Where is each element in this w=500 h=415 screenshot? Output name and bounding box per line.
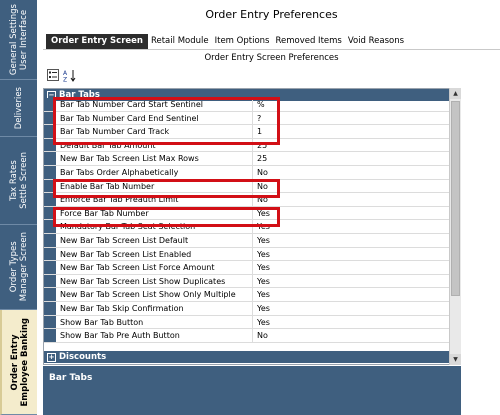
highlight-box-force-number [53,207,280,227]
row-gutter [44,233,56,247]
left-tab-label: Order Types Manager Screen [8,232,29,302]
property-value[interactable]: Yes [254,316,444,329]
tab-bar: Order Entry Screen Retail Module Item Op… [43,34,500,50]
scroll-up-icon[interactable]: ▲ [450,88,461,99]
row-gutter [44,152,56,165]
property-row[interactable]: New Bar Tab Screen List Max Rows 25 [44,152,460,166]
property-value[interactable]: Yes [254,275,444,288]
grid-scrollbar[interactable]: ▲ ▼ [449,88,461,365]
row-gutter [44,165,56,179]
left-tab-tax-rates[interactable]: Tax Rates Settle Screen [0,137,37,225]
left-tab-deliveries[interactable]: Deliveries [0,80,37,137]
row-gutter [44,274,56,288]
property-value[interactable]: Yes [254,248,444,261]
property-name: New Bar Tab Screen List Force Amount [56,261,253,274]
property-value[interactable]: Yes [254,220,444,233]
property-value[interactable]: ? [254,112,444,125]
az-sort-icon[interactable]: A Z [63,68,77,82]
property-row[interactable]: New Bar Tab Screen List Default Yes [44,233,460,248]
left-tab-label: Order Entry Employee Banking [9,317,30,407]
right-gap [461,88,500,415]
scroll-thumb[interactable] [451,101,460,296]
left-tab-order-types[interactable]: Order Types Manager Screen [0,225,37,310]
property-name: Show Bar Tab Pre Auth Button [56,329,253,342]
row-gutter [44,329,56,342]
svg-text:Z: Z [63,76,67,82]
highlight-box-enable-number [53,179,280,198]
property-row[interactable]: New Bar Tab Screen List Show Duplicates Y… [44,274,460,289]
property-row[interactable]: Show Bar Tab Pre Auth Button No [44,329,460,343]
tab-item-options[interactable]: Item Options [211,34,273,49]
property-value[interactable]: 1 [254,125,444,138]
window-title: Order Entry Preferences [205,7,338,21]
property-value[interactable]: 25 [254,152,444,165]
left-tab-general-settings[interactable]: General Settings User Interface [0,0,37,80]
property-row[interactable]: New Bar Tab Skip Confirmation Yes [44,301,460,316]
highlight-box-card-settings [53,97,280,145]
row-gutter [44,288,56,301]
categorized-icon[interactable] [46,68,60,82]
property-value[interactable]: No [254,329,444,342]
property-value[interactable]: Yes [254,288,444,301]
tab-order-entry-screen[interactable]: Order Entry Screen [46,34,148,49]
property-value[interactable]: Yes [254,302,444,315]
left-tab-strip: General Settings User Interface Deliveri… [0,0,37,415]
property-name: New Bar Tab Screen List Default [56,233,253,247]
property-value[interactable]: No [254,180,444,193]
left-tab-label: Deliveries [13,86,24,130]
property-value[interactable]: No [254,166,444,179]
property-name: New Bar Tab Skip Confirmation [56,301,253,315]
property-name: New Bar Tab Screen List Show Only Multip… [56,288,253,301]
description-panel: Bar Tabs [43,366,461,415]
category-discounts[interactable]: + Discounts [44,351,460,363]
left-tab-order-entry[interactable]: Order Entry Employee Banking [0,310,37,415]
property-value[interactable]: Yes [254,261,444,274]
property-row[interactable]: New Bar Tab Screen List Enabled Yes [44,247,460,262]
property-name: New Bar Tab Screen List Show Duplicates [56,274,253,288]
property-name: New Bar Tab Screen List Enabled [56,247,253,261]
scroll-down-icon[interactable]: ▼ [450,354,461,365]
property-value[interactable]: % [254,98,444,111]
row-gutter [44,261,56,274]
property-value[interactable]: 25 [254,139,444,152]
property-name: Bar Tabs Order Alphabetically [56,165,253,179]
row-gutter [44,301,56,315]
section-title: Order Entry Screen Preferences [204,53,339,63]
property-row[interactable]: Bar Tabs Order Alphabetically No [44,165,460,180]
category-label: Discounts [59,352,107,362]
property-value[interactable]: Yes [254,234,444,247]
property-row[interactable]: New Bar Tab Screen List Force Amount Yes [44,261,460,275]
expand-icon[interactable]: + [47,353,56,362]
description-title: Bar Tabs [49,373,93,383]
property-value[interactable]: Yes [254,207,444,220]
tab-void-reasons[interactable]: Void Reasons [344,34,408,49]
tab-removed-items[interactable]: Removed Items [272,34,345,49]
property-row[interactable]: Show Bar Tab Button Yes [44,315,460,330]
tab-retail-module[interactable]: Retail Module [147,34,212,49]
property-name: Show Bar Tab Button [56,315,253,329]
row-gutter [44,247,56,261]
property-row[interactable]: New Bar Tab Screen List Show Only Multip… [44,288,460,302]
property-value[interactable]: No [254,193,444,206]
property-name: New Bar Tab Screen List Max Rows [56,152,253,165]
left-tab-label: Tax Rates Settle Screen [8,152,29,209]
row-gutter [44,315,56,329]
left-tab-label: General Settings User Interface [8,3,29,76]
